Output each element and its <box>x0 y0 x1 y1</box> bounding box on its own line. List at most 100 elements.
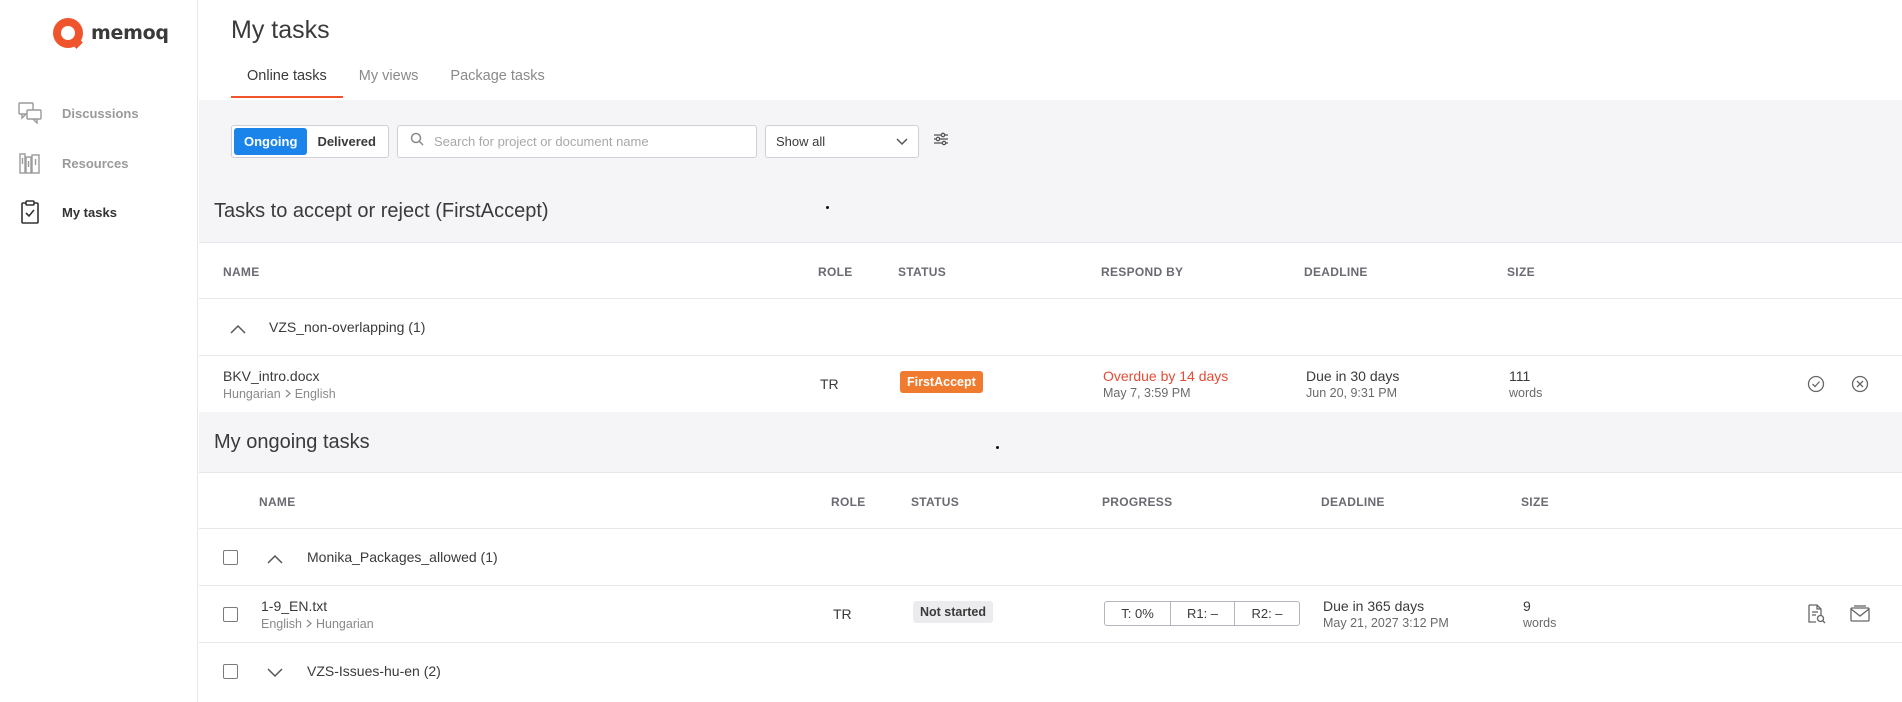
col-size[interactable]: SIZE <box>1521 495 1549 509</box>
ongoing-button[interactable]: Ongoing <box>234 128 308 155</box>
size-unit: words <box>1509 386 1543 400</box>
overdue-text: Overdue by 14 days <box>1103 368 1229 384</box>
envelope-icon <box>1850 605 1870 622</box>
progress-review2: R2: – <box>1251 606 1283 621</box>
accept-button[interactable] <box>1805 373 1827 395</box>
col-status[interactable]: STATUS <box>911 495 959 509</box>
page-title: My tasks <box>231 16 330 44</box>
role-cell: TR <box>833 606 852 622</box>
document-name-cell: 1-9_EN.txt English Hungarian <box>261 598 374 631</box>
discussions-icon <box>18 101 42 125</box>
col-name[interactable]: NAME <box>223 265 260 279</box>
chevron-up-icon[interactable] <box>266 550 284 568</box>
document-name[interactable]: 1-9_EN.txt <box>261 598 374 614</box>
memoq-logo-icon <box>53 18 83 48</box>
document-name-cell: BKV_intro.docx Hungarian English <box>223 368 336 401</box>
progress-review1: R1: – <box>1171 602 1235 625</box>
respond-by-cell: Overdue by 14 days May 7, 3:59 PM <box>1103 368 1228 400</box>
show-filter-select[interactable]: Show all <box>764 125 919 158</box>
stray-dot <box>826 206 829 209</box>
size-cell: 9 words <box>1523 598 1556 630</box>
size-value: 9 <box>1523 598 1531 614</box>
deliver-button[interactable] <box>1849 603 1871 625</box>
sidebar-item-discussions[interactable]: Discussions <box>18 98 139 128</box>
col-deadline[interactable]: DEADLINE <box>1321 495 1385 509</box>
chevron-up-icon[interactable] <box>229 320 247 338</box>
sidebar-item-label: Resources <box>62 155 129 171</box>
language-pair: Hungarian English <box>223 387 336 401</box>
tab-online-tasks[interactable]: Online tasks <box>231 62 343 98</box>
toolbar: Ongoing Delivered Show all <box>231 125 951 158</box>
ongoing-delivered-toggle: Ongoing Delivered <box>231 125 389 158</box>
reject-button[interactable] <box>1849 373 1871 395</box>
sidebar: memoq Discussions Resources My tasks <box>0 0 198 702</box>
accept-table: NAME ROLE STATUS RESPOND BY DEADLINE SIZ… <box>199 242 1902 412</box>
sidebar-item-my-tasks[interactable]: My tasks <box>18 197 117 227</box>
sliders-icon <box>933 132 949 151</box>
group-checkbox[interactable] <box>223 550 238 565</box>
size-unit: words <box>1523 616 1557 630</box>
status-cell: Not started <box>913 601 993 623</box>
col-status[interactable]: STATUS <box>898 265 946 279</box>
check-circle-icon <box>1807 375 1825 393</box>
accept-section-title: Tasks to accept or reject (FirstAccept) <box>214 200 549 222</box>
sidebar-item-resources[interactable]: Resources <box>18 148 128 178</box>
tab-bar: Online tasks My views Package tasks <box>231 62 561 98</box>
clipboard-icon <box>18 200 42 224</box>
status-badge: FirstAccept <box>900 371 983 393</box>
chevron-right-icon <box>285 387 291 401</box>
target-language: English <box>294 387 336 401</box>
status-badge: Not started <box>913 601 993 623</box>
memoq-logo[interactable]: memoq <box>53 18 169 48</box>
col-role[interactable]: ROLE <box>818 265 853 279</box>
tab-package-tasks[interactable]: Package tasks <box>434 62 560 98</box>
respond-by-date: May 7, 3:59 PM <box>1103 386 1191 400</box>
resources-icon <box>18 151 42 175</box>
group-label[interactable]: VZS-Issues-hu-en (2) <box>307 663 441 679</box>
group-row: VZS_non-overlapping (1) <box>199 298 1902 355</box>
table-header-row: NAME ROLE STATUS PROGRESS DEADLINE SIZE <box>199 472 1902 528</box>
open-document-button[interactable] <box>1805 603 1827 625</box>
tab-my-views[interactable]: My views <box>343 62 435 98</box>
group-label[interactable]: Monika_Packages_allowed (1) <box>307 549 498 565</box>
stray-dot <box>996 446 999 449</box>
status-cell: FirstAccept <box>900 371 983 393</box>
target-language: Hungarian <box>316 617 374 631</box>
size-value: 111 <box>1509 368 1531 384</box>
search-input[interactable] <box>433 134 734 149</box>
page-header: My tasks Online tasks My views Package t… <box>199 0 1902 100</box>
source-language: Hungarian <box>223 387 281 401</box>
progress-translation: T: 0% <box>1105 602 1171 625</box>
col-role[interactable]: ROLE <box>831 495 866 509</box>
document-search-icon <box>1808 604 1826 624</box>
ongoing-table: NAME ROLE STATUS PROGRESS DEADLINE SIZE … <box>199 472 1902 702</box>
col-name[interactable]: NAME <box>259 495 296 509</box>
sidebar-item-label: Discussions <box>62 105 139 121</box>
column-settings-button[interactable] <box>931 132 951 152</box>
select-value: Show all <box>775 134 826 149</box>
deadline-date: Jun 20, 9:31 PM <box>1306 386 1398 400</box>
group-checkbox[interactable] <box>223 664 238 679</box>
chevron-right-icon <box>306 617 312 631</box>
deadline-cell: Due in 365 days May 21, 2027 3:12 PM <box>1323 598 1449 630</box>
sidebar-item-label: My tasks <box>62 204 117 220</box>
progress-indicator[interactable]: T: 0% R1: – R2: – <box>1104 601 1300 626</box>
document-name[interactable]: BKV_intro.docx <box>223 368 336 384</box>
search-box <box>396 125 757 158</box>
role-cell: TR <box>820 376 839 392</box>
language-pair: English Hungarian <box>261 617 374 631</box>
table-row: 1-9_EN.txt English Hungarian TR Not star… <box>199 585 1902 642</box>
ongoing-section-title: My ongoing tasks <box>214 431 370 453</box>
col-deadline[interactable]: DEADLINE <box>1304 265 1368 279</box>
main-content: My tasks Online tasks My views Package t… <box>199 0 1902 702</box>
col-respond-by[interactable]: RESPOND BY <box>1101 265 1183 279</box>
deadline-text: Due in 30 days <box>1306 368 1400 384</box>
group-label[interactable]: VZS_non-overlapping (1) <box>269 319 425 335</box>
deadline-date: May 21, 2027 3:12 PM <box>1323 616 1449 630</box>
col-size[interactable]: SIZE <box>1507 265 1535 279</box>
delivered-button[interactable]: Delivered <box>307 128 386 155</box>
chevron-down-icon[interactable] <box>266 664 284 682</box>
row-checkbox[interactable] <box>223 607 238 622</box>
col-progress[interactable]: PROGRESS <box>1102 495 1172 509</box>
search-icon <box>410 132 424 151</box>
